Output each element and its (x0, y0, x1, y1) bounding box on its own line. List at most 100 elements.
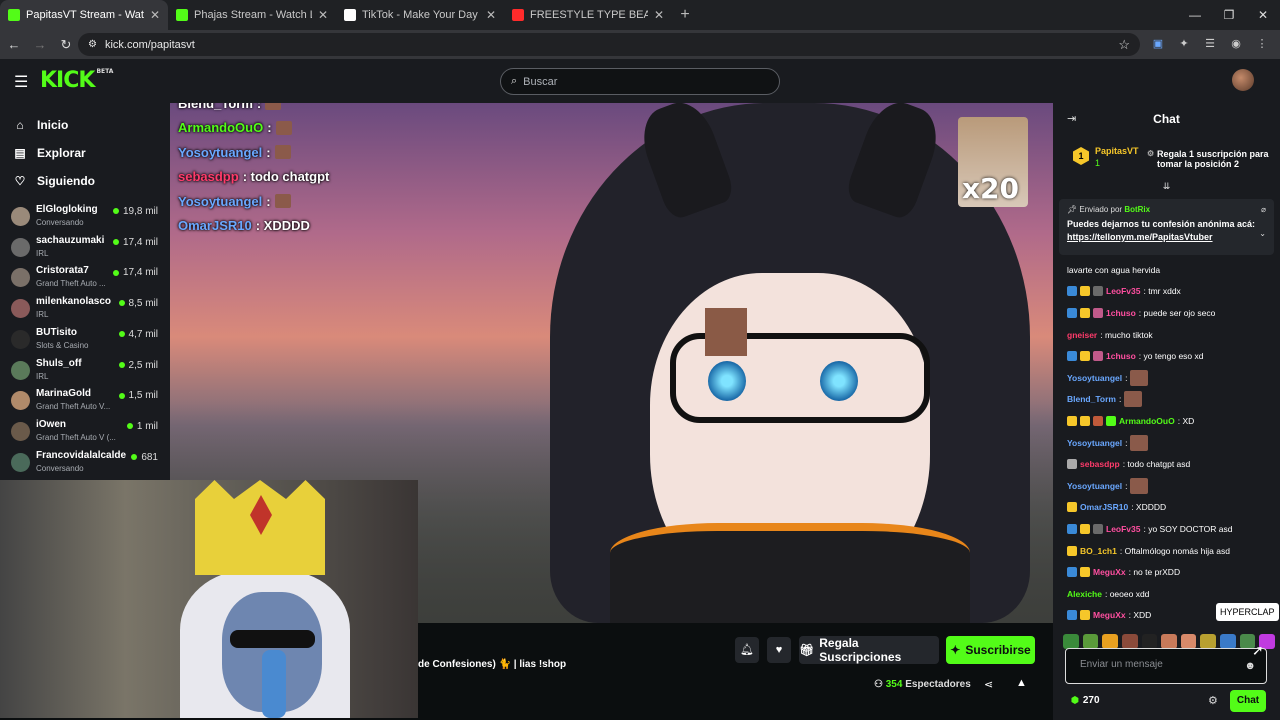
minimize-icon[interactable]: — (1178, 0, 1212, 30)
chat-panel: ⇥ Chat 1 PapitasVT 1 Regala 1 suscripció… (1053, 103, 1280, 720)
followed-channel[interactable]: sachauzumaki IRL 17,4 mil (0, 232, 170, 263)
menu-icon[interactable]: ⋮ (1252, 34, 1272, 54)
share-icon[interactable]: ⋖ (984, 678, 993, 691)
sidebar-item-siguiendo[interactable]: ♡ Siguiendo (0, 167, 170, 195)
reload-icon[interactable]: ↻ (54, 37, 78, 53)
emote-shortcut-icon[interactable] (1200, 633, 1217, 649)
followed-channel[interactable]: Francovidalalcalde Conversando 681 (0, 447, 170, 478)
tab-close-icon[interactable]: ✕ (486, 8, 496, 22)
bookmark-star-icon[interactable]: ☆ (1118, 37, 1130, 53)
new-tab-button[interactable]: + (672, 6, 698, 24)
followed-channel[interactable]: BUTisito Slots & Casino 4,7 mil (0, 324, 170, 355)
tab-close-icon[interactable]: ✕ (654, 8, 664, 22)
tab-close-icon[interactable]: ✕ (150, 8, 160, 22)
chat-username[interactable]: Alexiche (1067, 589, 1102, 599)
browser-tab[interactable]: Phajas Stream - Watch Live on ✕ (168, 0, 336, 30)
channel-name: sachauzumaki (36, 234, 105, 246)
chat-username[interactable]: Yosoytuangel (1067, 481, 1122, 491)
channel-avatar (11, 268, 30, 288)
browser-tab[interactable]: TikTok - Make Your Day ✕ (336, 0, 504, 30)
chat-username[interactable]: LeoFv35 (1106, 286, 1141, 296)
expand-leaderboard-icon[interactable]: ⇊ (1053, 181, 1280, 192)
chat-username[interactable]: Blend_Torm (1067, 394, 1116, 404)
followed-channel[interactable]: milenkanolasco IRL 8,5 mil (0, 293, 170, 324)
user-badge-icon (1067, 351, 1077, 362)
browser-tab[interactable]: PapitasVT Stream - Watch L ✕ (0, 0, 168, 30)
emote-icon (265, 103, 282, 111)
translate-icon[interactable]: ▣ (1148, 34, 1168, 54)
chevron-down-icon[interactable]: ⌄ (1259, 229, 1266, 238)
chat-username[interactable]: ArmandoOuO (1119, 416, 1175, 426)
user-avatar[interactable] (1232, 69, 1254, 91)
overlay-chat-text: : todo chatgpt (242, 169, 330, 185)
gift-prompt[interactable]: Regala 1 suscripción para tomar la posic… (1147, 149, 1275, 169)
user-badge-icon (1093, 286, 1103, 297)
chat-title: Chat (1153, 112, 1180, 126)
profile-icon[interactable]: ◉ (1226, 34, 1246, 54)
channel-category: Grand Theft Auto ... (36, 279, 106, 289)
pinned-message-text: Puedes dejarnos tu confesión anónima acá… (1067, 219, 1256, 242)
report-icon[interactable]: ▲ (1016, 677, 1027, 689)
followed-channel[interactable]: Cristorata7 Grand Theft Auto ... 17,4 mil (0, 262, 170, 293)
gift-subs-button[interactable]: 🎁︎ Regala Suscripciones (799, 636, 939, 664)
chat-username[interactable]: MeguXx (1093, 567, 1126, 577)
follow-button[interactable]: ♥ (767, 637, 791, 663)
url-field[interactable]: ⚙ kick.com/papitasvt ☆ (78, 33, 1140, 56)
chat-message: sebasdpp: todo chatgpt asd (1067, 453, 1273, 475)
chat-username[interactable]: MeguXx (1093, 610, 1126, 620)
extensions-icon[interactable]: ✦ (1174, 34, 1194, 54)
emote-shortcut-icon[interactable] (1082, 633, 1099, 649)
emote-shortcut-icon[interactable] (1180, 633, 1197, 649)
unpin-icon[interactable]: ⌀ (1261, 205, 1266, 214)
sidebar-item-explorar[interactable]: ▤ Explorar (0, 139, 170, 167)
channel-category: IRL (36, 310, 49, 320)
chat-username[interactable]: BO_1ch1 (1080, 546, 1117, 556)
chat-username[interactable]: gneiser (1067, 330, 1097, 340)
notification-bell-button[interactable]: 🔔︎ (735, 637, 759, 663)
sidebar-item-label: Explorar (37, 146, 86, 160)
chat-settings-icon[interactable]: ⚙ (1208, 694, 1218, 707)
chat-username[interactable]: OmarJSR10 (1080, 502, 1128, 512)
emoji-picker-icon[interactable]: ☻ (1244, 660, 1256, 672)
emote-shortcut-icon[interactable] (1220, 633, 1236, 649)
hamburger-menu-icon[interactable]: ☰ (14, 72, 28, 92)
tab-close-icon[interactable]: ✕ (318, 8, 328, 22)
site-info-icon[interactable]: ⚙ (88, 39, 97, 50)
emote-shortcut-icon[interactable] (1121, 633, 1138, 649)
tab-title: TikTok - Make Your Day (362, 9, 478, 21)
followed-channel[interactable]: MarinaGold Grand Theft Auto V... 1,5 mil (0, 385, 170, 416)
send-chat-button[interactable]: Chat (1230, 690, 1266, 712)
kick-logo[interactable]: KICK BETA (40, 68, 113, 93)
browser-tab[interactable]: FREESTYLE TYPE BEAT - "JUST L ✕ (504, 0, 672, 30)
emote-shortcut-icon[interactable] (1063, 633, 1079, 649)
chat-username[interactable]: 1chuso (1106, 308, 1136, 318)
sidebar-item-inicio[interactable]: ⌂ Inicio (0, 111, 170, 139)
extensions-bar: ▣ ✦ ☰ ◉ ⋮ (1148, 34, 1272, 54)
overlay-chat-text: : (267, 120, 272, 136)
chat-username[interactable]: Yosoytuangel (1067, 438, 1122, 448)
emote-shortcut-icon[interactable] (1102, 633, 1118, 649)
subscribe-button[interactable]: ✦ Suscribirse (946, 636, 1035, 664)
reading-list-icon[interactable]: ☰ (1200, 34, 1220, 54)
chat-username[interactable]: sebasdpp (1080, 459, 1120, 469)
followed-channel[interactable]: Shuls_off IRL 2,5 mil (0, 355, 170, 386)
sub-leaderboard: 1 PapitasVT 1 Regala 1 suscripción para … (1061, 141, 1273, 181)
chat-username[interactable]: LeoFv35 (1106, 524, 1141, 534)
close-window-icon[interactable]: ✕ (1246, 0, 1280, 30)
back-icon[interactable]: ← (2, 37, 26, 52)
tab-title: FREESTYLE TYPE BEAT - "JUST L (530, 9, 648, 21)
chat-username[interactable]: Yosoytuangel (1067, 373, 1122, 383)
chat-message-input[interactable]: Enviar un mensaje ☻ (1065, 648, 1267, 684)
emote-shortcut-icon[interactable] (1161, 633, 1177, 649)
emote-shortcut-icon[interactable] (1141, 633, 1158, 649)
confession-link[interactable]: https://tellonym.me/PapitasVtuber (1067, 232, 1213, 242)
search-input[interactable]: ⌕ Buscar (500, 68, 780, 95)
emote-icon (1130, 434, 1149, 451)
forward-icon[interactable]: → (28, 37, 52, 52)
maximize-icon[interactable]: ❐ (1212, 0, 1246, 30)
chat-username[interactable]: 1chuso (1106, 351, 1136, 361)
bell-icon: 🔔︎ (740, 644, 754, 656)
followed-channel[interactable]: ElGlogloking Conversando 19,8 mil (0, 201, 170, 232)
followed-channel[interactable]: iOwen Grand Theft Auto V (... 1 mil (0, 416, 170, 447)
channel-points[interactable]: 270 (1071, 695, 1100, 706)
